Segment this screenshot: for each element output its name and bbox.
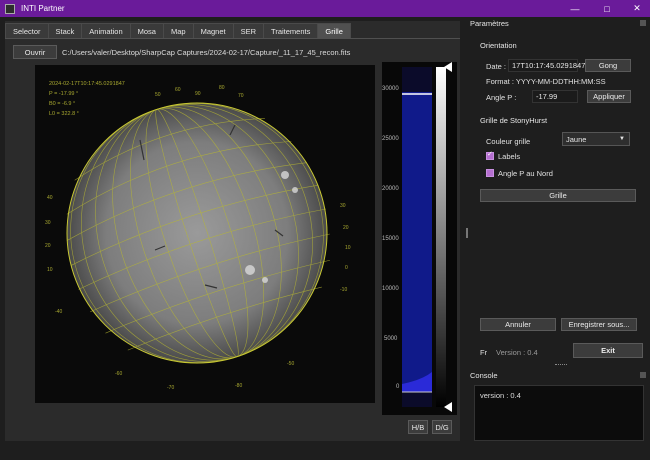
- hb-button[interactable]: H/B: [408, 420, 428, 434]
- console-title: Console: [470, 371, 498, 380]
- histogram-lut-bar: [436, 67, 446, 407]
- grid-label: 40: [47, 195, 53, 201]
- labels-label: Labels: [498, 152, 521, 161]
- minimize-icon[interactable]: —: [560, 0, 590, 17]
- cancel-button[interactable]: Annuler: [480, 318, 556, 331]
- grid-color-label: Couleur grille: [486, 137, 531, 146]
- maximize-icon[interactable]: □: [592, 0, 622, 17]
- orientation-title: Orientation: [480, 41, 517, 50]
- tab-map[interactable]: Map: [162, 23, 194, 38]
- labels-checkbox[interactable]: ✓: [486, 151, 494, 160]
- version-label: Version : 0.4: [496, 348, 538, 357]
- splitter-handle[interactable]: [466, 228, 468, 238]
- tab-magnet[interactable]: Magnet: [192, 23, 234, 38]
- grid-label: 0: [345, 265, 348, 271]
- p-north-checkbox[interactable]: [486, 169, 494, 177]
- dock-icon[interactable]: [640, 20, 646, 26]
- grid-button[interactable]: Grille: [480, 189, 636, 202]
- grid-label: 30: [340, 203, 346, 209]
- date-field[interactable]: 17T10:17:45.0291847: [508, 59, 585, 72]
- params-title: Paramètres: [470, 19, 509, 28]
- tab-selector[interactable]: Selector: [5, 23, 49, 38]
- grid-label: 30: [45, 220, 51, 226]
- tick-label: 20000: [382, 186, 399, 192]
- dg-button[interactable]: D/G: [432, 420, 452, 434]
- angle-p-field[interactable]: -17.99: [532, 90, 578, 103]
- tick-label: 5000: [384, 336, 398, 342]
- close-icon[interactable]: ✕: [622, 0, 650, 17]
- grid-label: 20: [45, 243, 51, 249]
- tick-label: 30000: [382, 86, 399, 92]
- console-text: version : 0.4: [480, 391, 521, 400]
- app-icon: [5, 3, 15, 14]
- format-label: Format : YYYY-MM-DDTHH:MM:SS: [486, 77, 606, 86]
- tick-label: 10000: [382, 286, 399, 292]
- window-title: INTI Partner: [21, 4, 65, 13]
- grid-color-select[interactable]: Jaune ▼: [562, 132, 630, 146]
- chevron-down-icon: ▼: [619, 136, 625, 142]
- histogram-ticks: 30000 25000 20000 15000 10000 5000 0: [382, 62, 402, 415]
- histogram-panel[interactable]: 30000 25000 20000 15000 10000 5000 0: [382, 62, 457, 415]
- console-output[interactable]: version : 0.4: [474, 385, 644, 441]
- gong-button[interactable]: Gong: [585, 59, 631, 72]
- grid-label: 90: [195, 91, 201, 97]
- save-as-button[interactable]: Enregistrer sous...: [561, 318, 637, 331]
- grid-label: 80: [219, 85, 225, 91]
- grid-label: -40: [55, 309, 63, 315]
- tab-mosa[interactable]: Mosa: [129, 23, 164, 38]
- tab-ser[interactable]: SER: [232, 23, 265, 38]
- tick-label: 25000: [382, 136, 399, 142]
- console-dock-icon[interactable]: [640, 372, 646, 378]
- dock-splitter[interactable]: [555, 364, 567, 366]
- sun-image-view[interactable]: 2024-02-17T10:17:45.0291847 P = -17.99 °…: [35, 65, 375, 403]
- grid-label: 10: [345, 245, 351, 251]
- tab-stack[interactable]: Stack: [47, 23, 83, 38]
- p-north-label: Angle P au Nord: [498, 169, 553, 178]
- tick-label: 0: [396, 384, 400, 390]
- grid-label: -50: [287, 361, 295, 367]
- tab-animation[interactable]: Animation: [81, 23, 131, 38]
- tick-label: 15000: [382, 236, 399, 242]
- check-icon: ✓: [487, 151, 493, 158]
- grid-label: -80: [235, 383, 243, 389]
- title-bar: INTI Partner: [0, 0, 650, 17]
- tab-traitements[interactable]: Traitements: [263, 23, 319, 38]
- grid-color-value: Jaune: [566, 134, 587, 144]
- language-label: Fr: [480, 348, 488, 357]
- tab-grille[interactable]: Grille: [317, 23, 351, 38]
- exit-button[interactable]: Exit: [573, 343, 643, 358]
- open-button[interactable]: Ouvrir: [13, 45, 57, 59]
- grid-label: 70: [238, 93, 244, 99]
- date-label: Date :: [486, 62, 507, 71]
- grid-label: 20: [343, 225, 349, 231]
- grid-label: 60: [175, 87, 181, 93]
- grid-label: 10: [47, 267, 53, 273]
- grid-label: 50: [155, 92, 161, 98]
- apply-button[interactable]: Appliquer: [587, 90, 631, 103]
- grid-label: -10: [340, 287, 348, 293]
- grid-labels: 90 80 70 60 50 30 20 10 0 -10 40 30 20 1…: [35, 65, 375, 403]
- file-path: C:/Users/valer/Desktop/SharpCap Captures…: [62, 48, 351, 57]
- grid-label: -70: [167, 385, 175, 391]
- histogram-fill: [402, 92, 432, 384]
- grid-title: Grille de StonyHurst: [480, 116, 548, 125]
- tab-bar: Selector Stack Animation Mosa Map Magnet…: [5, 23, 351, 38]
- angle-p-label: Angle P :: [486, 93, 517, 102]
- grid-label: -60: [115, 371, 123, 377]
